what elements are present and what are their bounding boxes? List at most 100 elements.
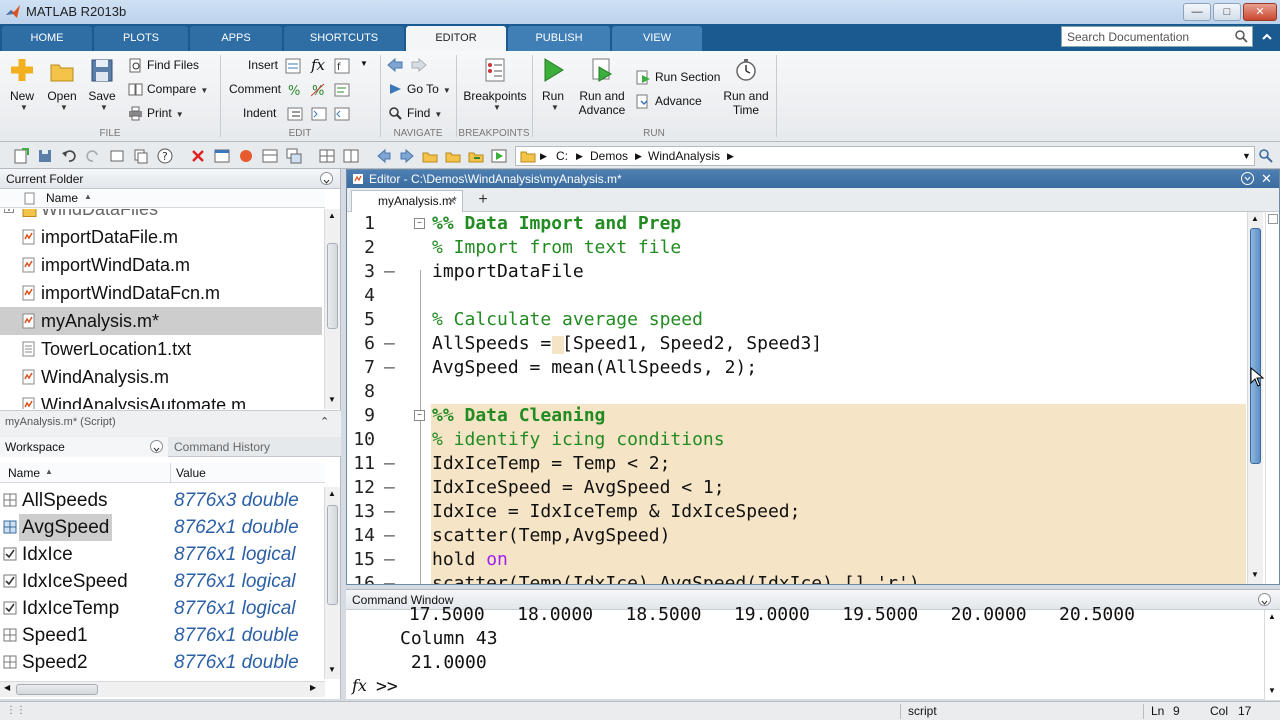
scroll-down-icon[interactable]: ▼ bbox=[328, 665, 336, 674]
run-and-advance-button[interactable]: Run and Advance bbox=[576, 57, 628, 117]
go-to-button[interactable]: Go To ▼ bbox=[388, 80, 451, 98]
scroll-right-icon[interactable]: ▶ bbox=[310, 683, 316, 692]
forward-arrow-icon[interactable] bbox=[410, 58, 428, 72]
new-script-icon[interactable] bbox=[13, 148, 29, 164]
tab-home[interactable]: HOME bbox=[2, 26, 92, 51]
code-line[interactable]: 1 –%% Data Import and Prep bbox=[347, 212, 1247, 236]
current-folder-path[interactable]: ▶ C: ▶ Demos ▶ WindAnalysis ▶ ▼ bbox=[515, 146, 1255, 166]
path-arrow-icon[interactable]: ▶ bbox=[635, 147, 642, 165]
list-item[interactable]: myAnalysis.m* bbox=[0, 307, 322, 335]
table-row[interactable]: IdxIce 8776x1 logical bbox=[0, 541, 322, 568]
table-row[interactable]: IdxIceSpeed 8776x1 logical bbox=[0, 568, 322, 595]
cut-icon[interactable] bbox=[109, 148, 125, 164]
scroll-left-icon[interactable]: ◀ bbox=[4, 683, 10, 692]
compare-button[interactable]: Compare ▼ bbox=[128, 80, 208, 98]
workspace-column-header[interactable]: Name ▲ Value bbox=[0, 463, 325, 483]
table-row[interactable]: AvgSpeed 8762x1 double bbox=[0, 514, 322, 541]
table-row[interactable]: IdxIceTemp 8776x1 logical bbox=[0, 595, 322, 622]
indent-button[interactable]: Indent bbox=[243, 104, 276, 122]
analyzer-status-icon[interactable] bbox=[1268, 214, 1278, 224]
scroll-thumb[interactable] bbox=[327, 243, 338, 329]
table-row[interactable]: Speed1 8776x1 double bbox=[0, 622, 322, 649]
name-column[interactable]: Name bbox=[46, 191, 78, 205]
open-button[interactable]: Open ▼ bbox=[46, 57, 78, 112]
tab-view[interactable]: VIEW bbox=[612, 26, 702, 51]
list-item[interactable]: importWindData.m bbox=[0, 251, 322, 279]
scroll-up-icon[interactable]: ▲ bbox=[1251, 214, 1259, 223]
search-folder-icon[interactable] bbox=[1258, 148, 1274, 164]
run-arrow-icon[interactable] bbox=[491, 148, 507, 164]
increase-indent-icon[interactable] bbox=[311, 107, 327, 121]
insert-button[interactable]: Insert bbox=[248, 56, 278, 74]
scrollbar[interactable]: ▲ ▼ bbox=[324, 209, 340, 409]
path-arrow-icon[interactable]: ▶ bbox=[540, 147, 547, 165]
minimize-button[interactable]: — bbox=[1183, 3, 1211, 21]
gui-icon[interactable] bbox=[286, 148, 302, 164]
tab-my-analysis[interactable]: myAnalysis.m* ✕ bbox=[351, 190, 463, 212]
path-dropdown-icon[interactable]: ▼ bbox=[1242, 147, 1251, 165]
simulink-icon[interactable] bbox=[238, 148, 254, 164]
scroll-up-icon[interactable]: ▲ bbox=[1268, 612, 1276, 621]
code-line[interactable]: 4 bbox=[347, 284, 1247, 308]
code-line[interactable]: 11– IdxIceTemp = Temp < 2; bbox=[347, 452, 1247, 476]
column-divider[interactable] bbox=[170, 463, 171, 483]
close-tab-icon[interactable]: ✕ bbox=[447, 191, 457, 211]
scroll-thumb[interactable] bbox=[327, 505, 338, 605]
path-arrow-icon[interactable]: ▶ bbox=[727, 147, 734, 165]
panel-actions-icon[interactable] bbox=[150, 440, 163, 453]
path-folder-windanalysis[interactable]: WindAnalysis bbox=[648, 147, 720, 165]
name-column[interactable]: Name bbox=[8, 466, 40, 480]
nav-back-icon[interactable] bbox=[376, 148, 392, 164]
tab-plots[interactable]: PLOTS bbox=[94, 26, 188, 51]
path-folder-demos[interactable]: Demos bbox=[590, 147, 628, 165]
search-documentation-input[interactable]: Search Documentation bbox=[1061, 26, 1253, 47]
run-button[interactable]: Run ▼ bbox=[538, 57, 568, 112]
code-line[interactable]: 15– hold on bbox=[347, 548, 1247, 572]
scrollbar[interactable]: ▲ ▼ bbox=[324, 487, 340, 679]
browse-folder-icon[interactable] bbox=[445, 148, 461, 164]
table-row[interactable]: Speed2 8776x1 double bbox=[0, 649, 322, 676]
code-line[interactable]: 8 bbox=[347, 380, 1247, 404]
fold-icon[interactable]: – bbox=[414, 410, 425, 421]
tab-workspace[interactable]: Workspace bbox=[0, 437, 168, 457]
list-item[interactable]: WindDataFiles bbox=[0, 209, 322, 223]
ribbon-expand-icon[interactable] bbox=[1260, 30, 1274, 44]
uncomment-icon[interactable]: % bbox=[311, 83, 325, 97]
window-icon[interactable] bbox=[214, 148, 230, 164]
copy-icon[interactable] bbox=[133, 148, 149, 164]
close-editor-icon[interactable]: ✕ bbox=[1261, 170, 1272, 188]
delete-icon[interactable] bbox=[190, 148, 206, 164]
function-browser-icon[interactable]: fx bbox=[352, 676, 367, 695]
scroll-down-icon[interactable]: ▼ bbox=[1251, 570, 1259, 579]
breakpoints-button[interactable]: Breakpoints ▼ bbox=[462, 57, 528, 112]
tab-editor[interactable]: EDITOR bbox=[406, 26, 506, 51]
scroll-thumb[interactable] bbox=[1250, 228, 1261, 464]
insert-section-icon[interactable] bbox=[285, 58, 301, 74]
details-bar[interactable]: myAnalysis.m* (Script) ⌃ bbox=[0, 410, 341, 437]
decrease-indent-icon[interactable] bbox=[334, 107, 350, 121]
code-line[interactable]: 16– scatter(Temp(IdxIce),AvgSpeed(IdxIce)… bbox=[347, 572, 1247, 584]
tile-icon[interactable] bbox=[319, 148, 335, 164]
tab-shortcuts[interactable]: SHORTCUTS bbox=[284, 26, 404, 51]
smart-indent-icon[interactable] bbox=[287, 107, 303, 121]
current-folder-column-header[interactable]: Name ▲ bbox=[0, 189, 325, 208]
code-line[interactable]: 7– AvgSpeed = mean(AllSpeeds, 2); bbox=[347, 356, 1247, 380]
table-row[interactable]: AllSpeeds 8776x3 double bbox=[0, 487, 322, 514]
folder-green-arrow-icon[interactable] bbox=[468, 148, 484, 164]
value-column[interactable]: Value bbox=[176, 466, 206, 480]
scroll-up-icon[interactable]: ▲ bbox=[328, 489, 336, 498]
close-button[interactable]: ✕ bbox=[1243, 3, 1277, 21]
split-icon[interactable] bbox=[343, 148, 359, 164]
code-line[interactable]: 14– scatter(Temp,AvgSpeed) bbox=[347, 524, 1247, 548]
panel-actions-icon[interactable] bbox=[320, 172, 333, 185]
run-and-time-button[interactable]: Run and Time bbox=[720, 57, 772, 117]
tab-publish[interactable]: PUBLISH bbox=[508, 26, 610, 51]
save-button[interactable]: Save ▼ bbox=[86, 57, 118, 112]
command-scrollbar[interactable]: ▲ ▼ bbox=[1264, 610, 1280, 700]
code-line[interactable]: 6– AllSpeeds = [Speed1, Speed2, Speed3] bbox=[347, 332, 1247, 356]
comment-percent-icon[interactable]: % bbox=[287, 83, 301, 97]
code-line[interactable]: 12– IdxIceSpeed = AvgSpeed < 1; bbox=[347, 476, 1247, 500]
layout-icon[interactable] bbox=[262, 148, 278, 164]
wrap-comments-icon[interactable] bbox=[334, 83, 350, 97]
tab-command-history[interactable]: Command History bbox=[169, 437, 341, 457]
